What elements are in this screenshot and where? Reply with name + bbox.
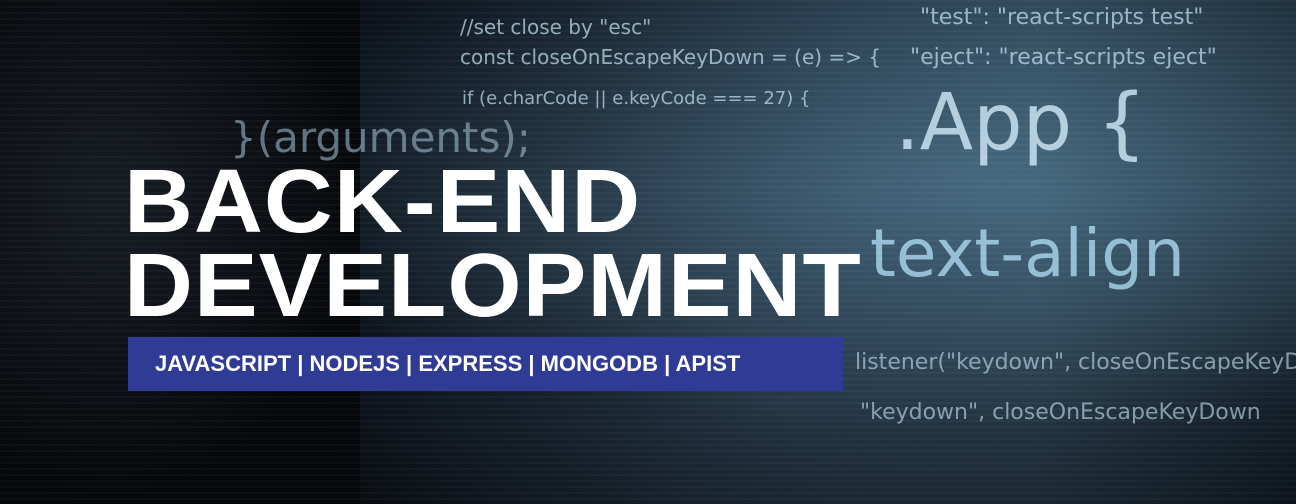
- banner-title: BACK-END DEVELOPMENT: [124, 152, 862, 336]
- background-code: listener("keydown", closeOnEscapeKeyDown: [855, 350, 1296, 375]
- title-line-1: BACK-END: [124, 152, 642, 252]
- background-code: "keydown", closeOnEscapeKeyDown: [860, 400, 1261, 425]
- background-code: const closeOnEscapeKeyDown = (e) => {: [460, 45, 882, 69]
- background-code: if (e.charCode || e.keyCode === 27) {: [462, 88, 811, 109]
- background-code: "eject": "react-scripts eject": [910, 45, 1217, 70]
- background-code: //set close by "esc": [460, 15, 652, 39]
- background-code: "test": "react-scripts test": [920, 5, 1204, 30]
- background-code: .App {: [895, 78, 1147, 168]
- background-code: text-align: [870, 215, 1185, 292]
- tech-tags-bar: JAVASCRIPT | NODEJS | EXPRESS | MONGODB …: [128, 337, 843, 391]
- title-line-2: DEVELOPMENT: [124, 236, 862, 336]
